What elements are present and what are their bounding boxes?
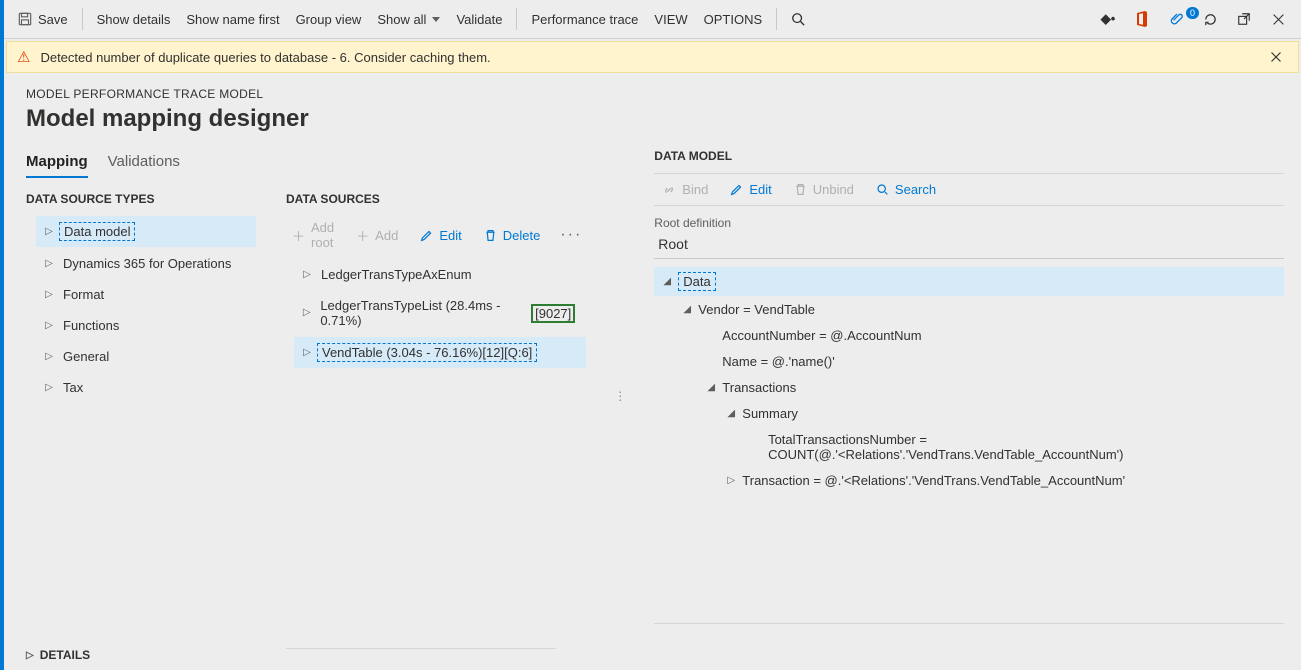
connector-icon[interactable]: ◆•: [1091, 11, 1125, 27]
delete-button[interactable]: Delete: [478, 224, 547, 247]
chevron-right-icon: ▷: [43, 227, 55, 237]
group-view-button[interactable]: Group view: [288, 0, 370, 38]
options-button[interactable]: OPTIONS: [696, 0, 771, 38]
dm-node-data[interactable]: ◢ Data: [654, 267, 1284, 296]
show-name-first-button[interactable]: Show name first: [178, 0, 287, 38]
save-label: Save: [38, 12, 68, 27]
chevron-down-icon: [432, 17, 440, 22]
toolbar-sep: [82, 8, 83, 30]
top-toolbar: Save Show details Show name first Group …: [4, 0, 1301, 39]
dst-item-general[interactable]: ▷ General: [36, 342, 256, 371]
dm-node-name[interactable]: Name = @.'name()': [654, 349, 1284, 374]
save-button[interactable]: Save: [10, 0, 76, 38]
search-icon: [876, 183, 889, 196]
dm-search-button[interactable]: Search: [872, 180, 940, 199]
dst-item-format[interactable]: ▷ Format: [36, 280, 256, 309]
tab-validations[interactable]: Validations: [108, 149, 180, 178]
dm-node-transaction[interactable]: ▷ Transaction = @.'<Relations'.'VendTran…: [654, 468, 1284, 493]
view-button[interactable]: VIEW: [646, 0, 695, 38]
chevron-down-icon: ◢: [660, 276, 674, 287]
breadcrumb: MODEL PERFORMANCE TRACE MODEL: [26, 87, 1279, 101]
more-menu[interactable]: ···: [556, 226, 586, 244]
chevron-down-icon: ◢: [680, 304, 694, 315]
dst-item-tax[interactable]: ▷ Tax: [36, 373, 256, 402]
page-title: Model mapping designer: [26, 105, 1279, 133]
chevron-right-icon: ▷: [301, 270, 313, 280]
pencil-icon: [730, 183, 743, 196]
toolbar-search-button[interactable]: [783, 0, 813, 38]
show-details-button[interactable]: Show details: [89, 0, 179, 38]
trash-icon: [794, 183, 807, 196]
attach-icon[interactable]: 0: [1159, 11, 1193, 27]
chevron-right-icon: ▷: [724, 475, 738, 486]
save-icon: [18, 12, 32, 26]
dm-node-accountnumber[interactable]: AccountNumber = @.AccountNum: [654, 323, 1284, 348]
root-def-value[interactable]: Root: [654, 230, 1284, 259]
ds-item-ledger-list[interactable]: ▷ LedgerTransTypeList (28.4ms - 0.71%) […: [294, 291, 586, 335]
plus-icon: ＋: [292, 226, 305, 245]
ds-item-ledger-enum[interactable]: ▷ LedgerTransTypeAxEnum: [294, 260, 586, 289]
add-root-button[interactable]: ＋ Add root: [286, 216, 340, 254]
dst-item-d365[interactable]: ▷ Dynamics 365 for Operations: [36, 249, 256, 278]
details-section-toggle[interactable]: ▷ DETAILS: [26, 648, 90, 662]
chevron-right-icon: ▷: [301, 348, 313, 358]
popout-icon[interactable]: [1227, 12, 1261, 26]
bind-button[interactable]: Bind: [658, 180, 712, 199]
performance-trace-button[interactable]: Performance trace: [523, 0, 646, 38]
dst-item-functions[interactable]: ▷ Functions: [36, 311, 256, 340]
chevron-right-icon: ▷: [301, 308, 312, 318]
toolbar-sep: [776, 8, 777, 30]
root-def-label: Root definition: [654, 216, 1284, 230]
pencil-icon: [420, 229, 433, 242]
chevron-down-icon: ◢: [724, 408, 738, 419]
warning-close-button[interactable]: [1264, 49, 1288, 65]
warning-text: Detected number of duplicate queries to …: [40, 50, 490, 65]
chevron-right-icon: ▷: [43, 352, 55, 362]
chevron-down-icon: ◢: [704, 382, 718, 393]
dm-node-totaltransactions[interactable]: TotalTransactionsNumber = COUNT(@.'<Rela…: [654, 427, 1284, 467]
dm-header: DATA MODEL: [654, 149, 1284, 163]
ds-title: DATA SOURCES: [286, 192, 586, 206]
warning-icon: ⚠: [17, 48, 30, 66]
show-all-button[interactable]: Show all: [369, 0, 448, 38]
plus-icon: ＋: [356, 226, 369, 245]
dst-item-data-model[interactable]: ▷ Data model: [36, 216, 256, 247]
dm-node-vendor[interactable]: ◢ Vendor = VendTable: [654, 297, 1284, 322]
chevron-right-icon: ▷: [43, 321, 55, 331]
tab-mapping[interactable]: Mapping: [26, 149, 88, 178]
validate-button[interactable]: Validate: [448, 0, 510, 38]
call-count-badge: [9027]: [531, 304, 575, 323]
add-button[interactable]: ＋ Add: [350, 222, 404, 249]
trash-icon: [484, 229, 497, 242]
attach-badge: 0: [1186, 7, 1199, 19]
dm-node-transactions[interactable]: ◢ Transactions: [654, 375, 1284, 400]
column-resizer[interactable]: ⋮: [616, 306, 624, 486]
dm-edit-button[interactable]: Edit: [726, 180, 775, 199]
chevron-right-icon: ▷: [43, 290, 55, 300]
chevron-right-icon: ▷: [43, 383, 55, 393]
toolbar-sep: [516, 8, 517, 30]
search-icon: [791, 12, 805, 26]
close-icon[interactable]: [1261, 13, 1295, 26]
dm-node-summary[interactable]: ◢ Summary: [654, 401, 1284, 426]
unbind-button[interactable]: Unbind: [790, 180, 858, 199]
ds-item-vendtable[interactable]: ▷ VendTable (3.04s - 76.16%)[12][Q:6]: [294, 337, 586, 368]
edit-button[interactable]: Edit: [414, 224, 467, 247]
office-icon[interactable]: [1125, 11, 1159, 27]
chevron-right-icon: ▷: [26, 650, 34, 661]
warning-bar: ⚠ Detected number of duplicate queries t…: [6, 41, 1299, 73]
dst-title: DATA SOURCE TYPES: [26, 192, 256, 206]
chevron-right-icon: ▷: [43, 259, 55, 269]
link-icon: [662, 183, 676, 197]
